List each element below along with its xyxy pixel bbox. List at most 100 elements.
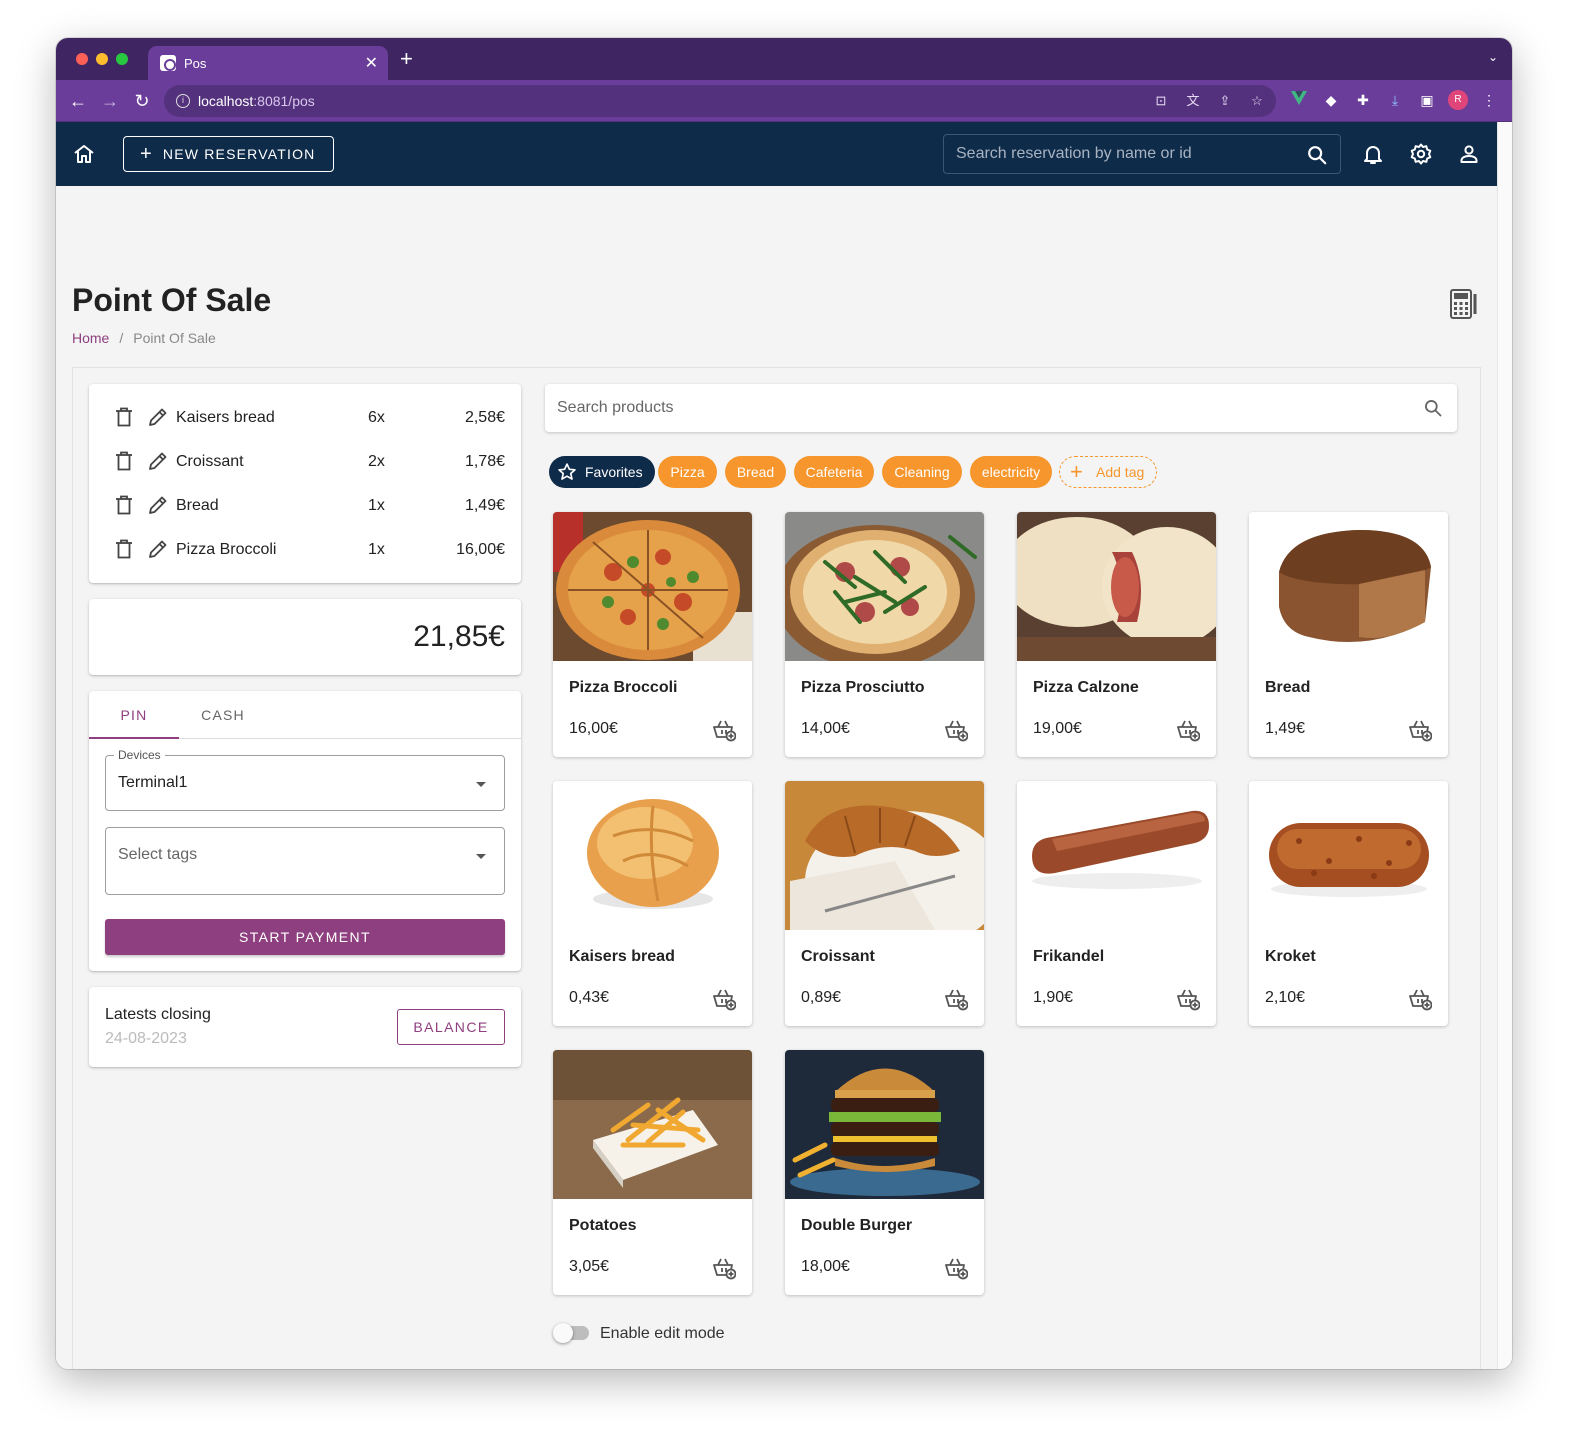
extension-vue-icon[interactable] <box>1288 89 1310 111</box>
browser-tabstrip: Pos ✕ + ⌄ <box>56 38 1512 80</box>
close-tab-icon[interactable]: ✕ <box>365 53 378 73</box>
back-icon[interactable]: ← <box>66 89 90 113</box>
order-line-qty: 2x <box>368 453 385 470</box>
new-reservation-label: NEW RESERVATION <box>162 146 316 162</box>
tab-cash[interactable]: CASH <box>178 691 268 739</box>
minimize-window-button[interactable] <box>96 53 108 65</box>
add-tag-button[interactable]: + Add tag <box>1059 456 1157 488</box>
product-name: Double Burger <box>801 1217 913 1234</box>
tab-pin[interactable]: PIN <box>89 691 179 739</box>
bookmark-star-icon[interactable]: ☆ <box>1248 92 1266 110</box>
tag-chip-electricity[interactable]: electricity <box>970 456 1052 488</box>
address-bar[interactable]: i localhost:8081/pos ⊡ 文 ⇪ ☆ <box>164 85 1276 117</box>
add-to-basket-icon[interactable] <box>1176 987 1201 1011</box>
user-icon[interactable] <box>1457 142 1481 166</box>
pencil-icon[interactable] <box>148 407 168 427</box>
browser-menu-icon[interactable]: ⋮ <box>1478 89 1500 111</box>
app-bar: + NEW RESERVATION <box>56 122 1497 186</box>
breadcrumb-home-link[interactable]: Home <box>72 330 109 346</box>
translate-icon[interactable]: 文 <box>1184 92 1202 110</box>
search-icon[interactable] <box>1423 398 1443 418</box>
add-to-basket-icon[interactable] <box>712 987 737 1011</box>
reservation-search <box>943 134 1341 174</box>
product-name: Croissant <box>801 948 875 965</box>
pencil-icon[interactable] <box>148 539 168 559</box>
balance-button[interactable]: BALANCE <box>397 1009 505 1045</box>
trash-icon[interactable] <box>115 451 133 471</box>
extensions-puzzle-icon[interactable]: ✚ <box>1352 89 1374 111</box>
add-to-basket-icon[interactable] <box>712 718 737 742</box>
closing-label: Latests closing <box>105 1006 211 1023</box>
download-icon[interactable]: ⤓ <box>1384 89 1406 111</box>
devices-select[interactable]: Devices Terminal1 <box>105 748 505 811</box>
closing-date: 24-08-2023 <box>105 1030 187 1047</box>
reload-icon[interactable]: ↻ <box>130 89 154 113</box>
product-card[interactable]: Pizza Prosciutto 14,00€ <box>785 512 984 757</box>
pencil-icon[interactable] <box>148 495 168 515</box>
calculator-icon[interactable] <box>1449 288 1477 320</box>
add-to-basket-icon[interactable] <box>1176 718 1201 742</box>
tag-chip-cleaning[interactable]: Cleaning <box>882 456 962 488</box>
tag-chip-pizza[interactable]: Pizza <box>658 456 717 488</box>
add-to-basket-icon[interactable] <box>1408 718 1433 742</box>
extension-eraser-icon[interactable]: ◆ <box>1320 89 1342 111</box>
product-search-input[interactable] <box>545 384 1457 432</box>
profile-avatar[interactable]: R <box>1448 90 1468 110</box>
bell-icon[interactable] <box>1361 142 1385 166</box>
add-to-basket-icon[interactable] <box>944 718 969 742</box>
tag-chip-favorites[interactable]: Favorites <box>549 456 655 488</box>
share-icon[interactable]: ⇪ <box>1216 92 1234 110</box>
product-name: Pizza Prosciutto <box>801 679 925 696</box>
add-to-basket-icon[interactable] <box>1408 987 1433 1011</box>
site-info-icon[interactable]: i <box>176 94 190 108</box>
close-window-button[interactable] <box>76 53 88 65</box>
new-tab-icon[interactable]: + <box>400 48 413 70</box>
tags-select[interactable]: Select tags <box>105 827 505 895</box>
product-card[interactable]: Pizza Broccoli 16,00€ <box>553 512 752 757</box>
tag-chip-cafeteria[interactable]: Cafeteria <box>794 456 874 488</box>
search-icon[interactable] <box>1306 144 1328 166</box>
payment-card: PIN CASH Devices Terminal1 Select tags S… <box>89 691 521 971</box>
product-card[interactable]: Kroket 2,10€ <box>1249 781 1448 1026</box>
product-card[interactable]: Frikandel 1,90€ <box>1017 781 1216 1026</box>
tab-search-chevron-icon[interactable]: ⌄ <box>1488 50 1498 64</box>
home-icon[interactable] <box>72 142 96 166</box>
product-card[interactable]: Potatoes 3,05€ <box>553 1050 752 1295</box>
toggle-thumb <box>553 1323 573 1343</box>
product-card[interactable]: Kaisers bread 0,43€ <box>553 781 752 1026</box>
browser-tab[interactable]: Pos ✕ <box>148 46 388 80</box>
start-payment-button[interactable]: START PAYMENT <box>105 919 505 955</box>
page-scrollbar[interactable] <box>1497 122 1512 1369</box>
trash-icon[interactable] <box>115 495 133 515</box>
reservation-search-input[interactable] <box>944 135 1340 173</box>
edit-mode-toggle[interactable] <box>553 1323 593 1343</box>
add-to-basket-icon[interactable] <box>944 1256 969 1280</box>
install-app-icon[interactable]: ⊡ <box>1152 92 1170 110</box>
product-image <box>1017 512 1216 661</box>
add-to-basket-icon[interactable] <box>944 987 969 1011</box>
app-viewport: + NEW RESERVATION Point Of Sale Home / Poi… <box>56 122 1497 1369</box>
product-price: 0,89€ <box>801 989 842 1006</box>
settings-gear-icon[interactable] <box>1409 142 1433 166</box>
trash-icon[interactable] <box>115 407 133 427</box>
product-card[interactable]: Pizza Calzone 19,00€ <box>1017 512 1216 757</box>
add-to-basket-icon[interactable] <box>712 1256 737 1280</box>
product-price: 1,90€ <box>1033 989 1074 1006</box>
forward-icon[interactable]: → <box>98 89 122 113</box>
product-card[interactable]: Double Burger 18,00€ <box>785 1050 984 1295</box>
trash-icon[interactable] <box>115 539 133 559</box>
new-reservation-button[interactable]: + NEW RESERVATION <box>123 136 334 172</box>
side-panel-icon[interactable]: ▣ <box>1416 89 1438 111</box>
tag-chip-bread[interactable]: Bread <box>725 456 786 488</box>
order-line-name: Croissant <box>176 453 244 470</box>
product-image <box>553 781 752 930</box>
product-image <box>785 512 984 661</box>
product-price: 1,49€ <box>1265 720 1306 737</box>
product-price: 18,00€ <box>801 1258 850 1275</box>
product-card[interactable]: Croissant 0,89€ <box>785 781 984 1026</box>
total-card: 21,85€ <box>89 599 521 675</box>
browser-window: Pos ✕ + ⌄ ← → ↻ i localhost:8081/pos ⊡ 文… <box>56 38 1512 1369</box>
pencil-icon[interactable] <box>148 451 168 471</box>
product-card[interactable]: Bread 1,49€ <box>1249 512 1448 757</box>
maximize-window-button[interactable] <box>116 53 128 65</box>
